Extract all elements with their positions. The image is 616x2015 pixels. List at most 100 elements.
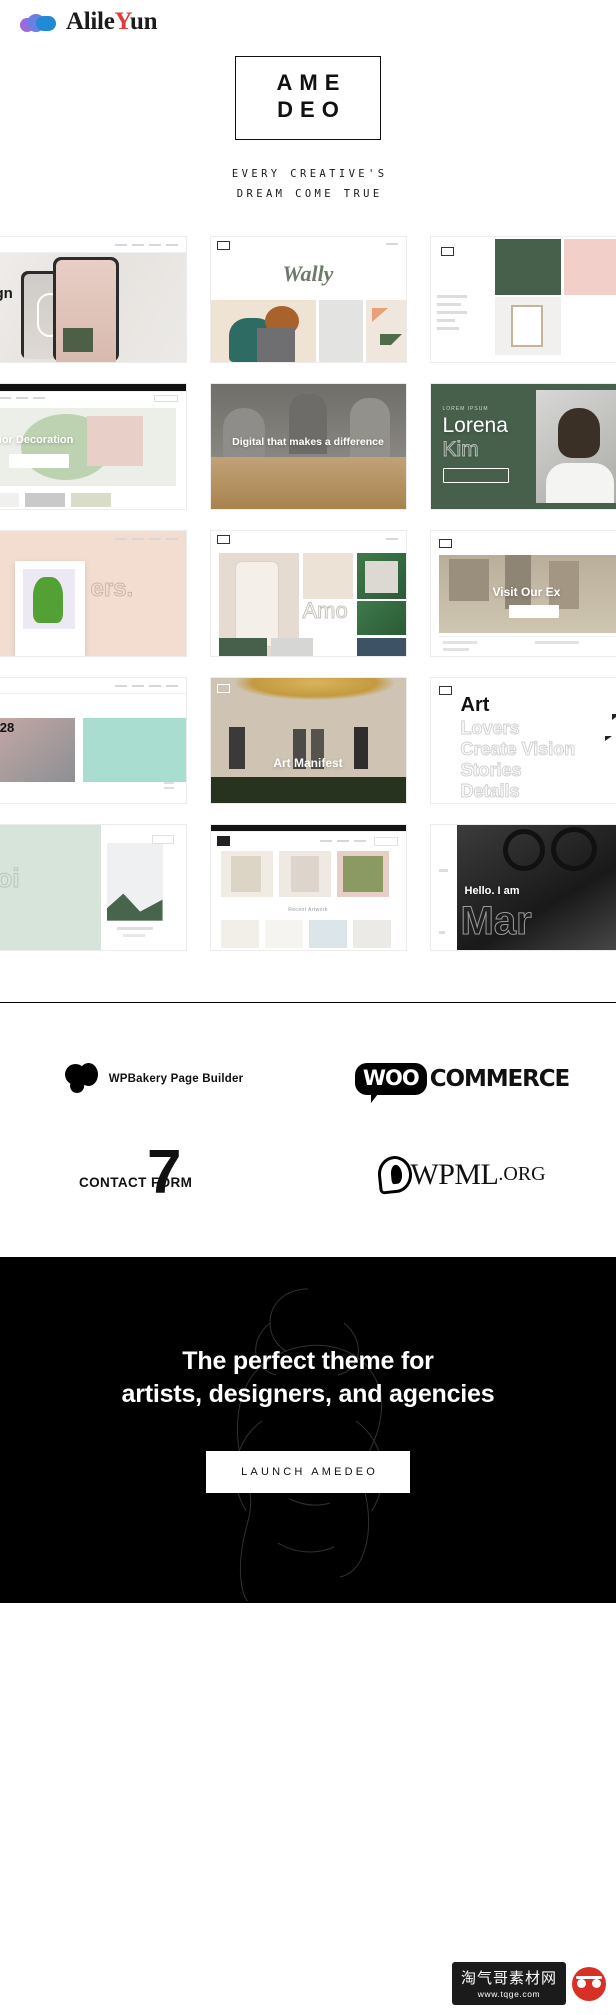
watermark-site-name: 淘气哥素材网 (460, 1969, 557, 1987)
demo-card-hello-i-am-mark[interactable]: Hello. I am Mar (430, 824, 616, 950)
thumb-strip-2 (270, 637, 313, 656)
artwork-photo-2 (82, 717, 186, 782)
demo-card-lorena-kim[interactable]: LOREM IPSUM Lorena Kim (430, 383, 616, 509)
product-1 (220, 850, 273, 897)
plugin-wpbakery[interactable]: WPBakery Page Builder (0, 1043, 308, 1115)
plugin-label: COMMERCE (429, 1065, 571, 1092)
card-overlay-title: rior Decoration (0, 433, 74, 446)
demo-card-green-illustration-grid[interactable] (430, 236, 616, 362)
cf7-number: 7 (147, 1137, 182, 1207)
green-silk-1 (356, 552, 406, 599)
amedeo-logo-line-1: AME (276, 70, 347, 95)
site-logo-icon (216, 683, 230, 693)
site-logo-icon (216, 240, 230, 250)
gallery-row: oi Recent Artwork Hello. I am Mar (0, 824, 616, 950)
card-overlay-title: Art Manifest (273, 755, 343, 770)
recent-4 (352, 919, 391, 948)
site-logo-icon (216, 534, 230, 544)
business-card-mockup (302, 552, 353, 599)
side-menu (436, 294, 467, 330)
phone-mockup-front (52, 256, 119, 362)
bird-1 (611, 713, 616, 720)
plugin-woocommerce[interactable]: WOO COMMERCE (308, 1043, 616, 1115)
artwork-card (106, 842, 163, 921)
recent-2 (264, 919, 303, 948)
demo-card-interior-app-design[interactable]: gn (0, 236, 186, 362)
demo-card-digital-agency[interactable]: Digital that makes a difference (210, 383, 406, 509)
demo-card-mint-portfolio[interactable]: oi (0, 824, 186, 950)
hero-tagline: EVERY CREATIVE'S DREAM COME TRUE (0, 164, 616, 205)
gallery-row: rior Decoration Digital that makes a dif… (0, 383, 616, 509)
caption-line-1 (116, 926, 153, 930)
thumb-strip (0, 490, 176, 509)
site-logo-icon (216, 835, 230, 846)
plugin-contact-form-7[interactable]: CONTACT FORM 7 (0, 1139, 308, 1211)
card-overlay-title: Visit Our Ex (492, 584, 561, 599)
amedeo-logo-line-2: DEO (277, 96, 346, 122)
portrait-photo (535, 389, 616, 503)
artwork-green (494, 238, 561, 295)
browser-titlebar (0, 383, 186, 392)
plugins-row-2: CONTACT FORM 7 WPML .ORG (0, 1139, 616, 1211)
mini-browser-bar (0, 236, 186, 253)
floor (210, 776, 406, 803)
bird-2 (604, 735, 612, 741)
hero-section: AME DEO EVERY CREATIVE'S DREAM COME TRUE (0, 44, 616, 205)
card-overlay-title: 928 (0, 719, 15, 735)
mini-nav (0, 396, 45, 399)
artwork-frame (494, 296, 561, 355)
card-overlay-subtitle: Kim (442, 437, 479, 461)
cloud-icon (20, 12, 58, 32)
amedeo-logo-box: AME DEO (234, 56, 382, 140)
plugin-wpml[interactable]: WPML .ORG (308, 1139, 616, 1211)
tagline-line-2: DREAM COME TRUE (236, 188, 383, 201)
demo-card-art-manifest[interactable]: Art Manifest (210, 677, 406, 803)
brand-name: AlileYun (66, 8, 157, 36)
watermark-badge-icon (572, 1966, 606, 2001)
mini-nav (114, 243, 178, 246)
tagline-line-1: EVERY CREATIVE'S (231, 167, 388, 180)
cta-headline: The perfect theme for artists, designers… (0, 1345, 616, 1412)
woo-badge-label: WOO (354, 1062, 427, 1103)
launch-amedeo-button[interactable]: LAUNCH AMEDEO (205, 1451, 411, 1494)
demo-card-interior-decoration[interactable]: rior Decoration (0, 383, 186, 509)
alileyun-logo[interactable]: AlileYun (20, 8, 157, 36)
mini-nav (385, 537, 398, 540)
demo-card-visit-our-exhibition[interactable]: Visit Our Ex (430, 530, 616, 656)
line-art-figure-icon (235, 1288, 383, 1601)
demo-gallery: gn Wally (0, 236, 616, 950)
demo-card-art-shop-grid[interactable]: Recent Artwork (210, 824, 406, 950)
cta-headline-line-1: The perfect theme for (182, 1346, 434, 1375)
card-overlay-title: oi (0, 862, 20, 893)
artwork-2 (318, 299, 363, 362)
mini-cta-button (153, 394, 178, 402)
demo-card-wally-portfolio[interactable]: Wally (210, 236, 406, 362)
card-overlay-title: Amo (302, 597, 348, 623)
green-silk-2 (356, 600, 406, 635)
demo-card-cat-illustration[interactable]: ers. (0, 530, 186, 656)
mini-nav (385, 242, 398, 245)
brand-name-y: Y (114, 8, 131, 35)
woo-icon: WOO COMMERCE (354, 1062, 571, 1103)
demo-card-artwork-928[interactable]: 928 (0, 677, 186, 803)
card-overlay-subtitle: Mar (460, 898, 532, 943)
card-overlay-button (442, 467, 509, 483)
demo-card-amo-invitation-mockup[interactable]: Amo (210, 530, 406, 656)
thumb-strip-3 (356, 637, 406, 656)
recent-1 (220, 919, 259, 948)
card-overlay-button (508, 604, 559, 618)
card-overlay-title: Wally (282, 260, 334, 286)
tablet-mockup (14, 560, 85, 656)
demo-card-art-lovers-create[interactable]: Art Lovers Create Vision Stories Details (430, 677, 616, 803)
cta-section: The perfect theme for artists, designers… (0, 1256, 616, 1604)
section-heading: Recent Artwork (288, 906, 328, 913)
plugin-label: WPML (410, 1157, 499, 1191)
watermark-site-url: www.tqge.com (477, 1989, 541, 1999)
plugin-label-suffix: .ORG (498, 1163, 546, 1186)
side-tick-1 (438, 868, 448, 872)
browser-titlebar (210, 824, 406, 832)
scroll-hint (163, 781, 174, 789)
watermark: 淘气哥素材网 www.tqge.com (451, 1962, 606, 2005)
card-overlay-title: Art (460, 693, 490, 716)
cta-headline-line-2: artists, designers, and agencies (121, 1379, 495, 1408)
